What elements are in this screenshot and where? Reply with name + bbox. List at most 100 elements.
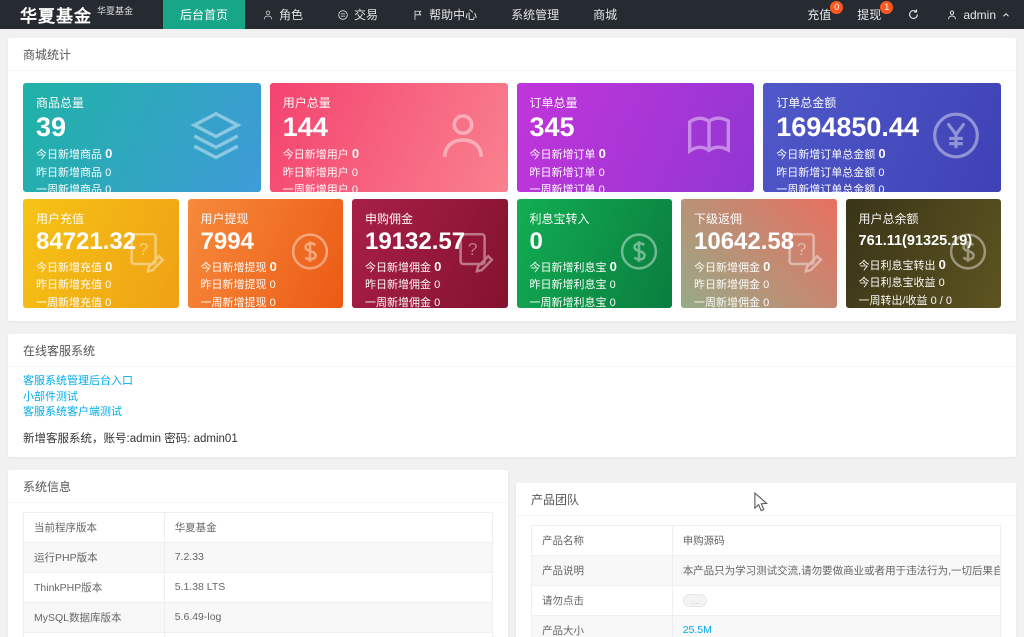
coin-icon: [337, 9, 349, 21]
product-team-rows: 产品名称 申购源码 产品说明 本产品只为学习测试交流,请勿要做商业或者用于违法行为,一…: [531, 524, 1002, 637]
table-row: 运行PHP版本 7.2.33: [23, 541, 494, 573]
stat-subline: 一周新增提现 0: [200, 296, 276, 308]
card-user-total-balance: 用户总余额 761.11(91325.19) 今日利息宝转出 0 今日利息宝收益 0一…: [845, 199, 1001, 308]
logo-subtext: 华夏基金: [97, 6, 134, 16]
table-row: 当前程序版本 华夏基金: [23, 511, 494, 543]
table-row: 产品说明 本产品只为学习测试交流,请勿要做商业或者用于违法行为,一切后果自负: [531, 554, 1002, 586]
stat-subline: 一周新增利息宝 0: [529, 296, 616, 308]
card-user-withdraw: 用户提现 7994 今日新增提现 0 昨日新增提现 0 一周新增提现 0: [187, 199, 343, 308]
recharge-badge: 0: [830, 1, 844, 14]
card-subordinate-rebate: 下级返佣 10642.58 今日新增佣金 0 昨日新增佣金 0 一周新增佣金 0?: [681, 199, 837, 308]
stat-subline: 一周新增充值 0: [36, 296, 112, 308]
person-icon: [262, 9, 274, 21]
table-value: 华夏基金: [174, 521, 217, 534]
do-not-click-button[interactable]: …: [682, 593, 707, 607]
service-note: 新增客服系统，账号:admin 密码: admin01: [23, 432, 238, 445]
stat-subline: 一周新增佣金 0: [694, 296, 770, 308]
layers-icon: [187, 106, 245, 169]
stat-subline: 昨日新增充值 0: [36, 279, 112, 292]
card-interest-transfer-in: 利息宝转入 0 今日新增利息宝 0 昨日新增利息宝 0 一周新增利息宝 0: [516, 199, 672, 308]
dollar-icon: [616, 228, 662, 279]
table-label: MySQL数据库版本: [23, 601, 165, 633]
file-question-icon: ?: [123, 228, 169, 279]
svg-text:?: ?: [467, 238, 477, 258]
nav-item-label: 后台首页: [180, 8, 229, 22]
withdraw-button[interactable]: 提现 1: [844, 0, 894, 29]
mall-stats-title: 商城统计: [8, 38, 1016, 71]
table-label: 请勿点击: [531, 584, 673, 616]
file-question-icon: ?: [781, 228, 827, 279]
nav-item-trade[interactable]: 交易: [320, 0, 395, 29]
nav-item-label: 角色: [279, 8, 304, 22]
stat-subline: 昨日新增利息宝 0: [529, 279, 616, 292]
recharge-button[interactable]: 充值 0: [794, 0, 844, 29]
file-question-icon: ?: [452, 228, 498, 279]
card-total-orders: 订单总量 345 今日新增订单 0 昨日新增订单 0 一周新增订单 0: [516, 83, 755, 192]
stat-subline: 昨日新增提现 0: [200, 279, 276, 292]
stat-subline: 昨日新增佣金 0: [694, 279, 770, 292]
nav-item-label: 商城: [593, 8, 618, 22]
withdraw-label: 提现: [857, 8, 882, 22]
table-label: 产品大小: [531, 614, 673, 637]
svg-text:?: ?: [796, 238, 806, 258]
stat-subline: 一周新增订单总金额 0: [776, 184, 885, 192]
nav-item-label: 系统管理: [511, 8, 560, 22]
stats-row-1: 商品总量 39 今日新增商品 0 昨日新增商品 0 一周新增商品 0 用户总量 144 今日新…: [23, 83, 1001, 192]
table-label: 产品说明: [531, 554, 673, 586]
table-label: ThinkPHP版本: [23, 571, 165, 603]
card-user-recharge: 用户充值 84721.32 今日新增充值 0 昨日新增充值 0 一周新增充值 0?: [23, 199, 179, 308]
table-row: 产品大小 25.5M: [531, 614, 1002, 637]
nav-item-label: 交易: [354, 8, 379, 22]
card-total-users: 用户总量 144 今日新增用户 0 昨日新增用户 0 一周新增用户 0: [269, 83, 508, 192]
nav-item-system-manage[interactable]: 系统管理: [494, 0, 576, 29]
table-value-link[interactable]: 25.5M: [683, 624, 712, 636]
service-link-0[interactable]: 客服系统管理后台入口: [23, 374, 1001, 390]
card-total-order-amount: 订单总金额 1694850.44 今日新增订单总金额 0 昨日新增订单总金额 0 一周新…: [763, 83, 1001, 192]
nav-item-mall[interactable]: 商城: [576, 0, 634, 29]
service-panel-title: 在线客服系统: [8, 334, 1016, 367]
nav-right: 充值 0 提现 1 admin: [794, 0, 1024, 29]
table-label: 运行PHP版本: [23, 541, 165, 573]
table-value: 本产品只为学习测试交流,请勿要做商业或者用于违法行为,一切后果自负: [682, 564, 1001, 577]
stat-subline: 一周新增订单 0: [529, 184, 605, 192]
card-subscribe-commission: 申购佣金 19132.57 今日新增佣金 0 昨日新增佣金 0 一周新增佣金 0?: [352, 199, 508, 308]
nav-item-help-center[interactable]: 帮助中心: [395, 0, 494, 29]
stat-card-title: 下级返佣: [694, 212, 743, 226]
stat-card-title: 用户总余额: [858, 212, 919, 226]
system-info-table: 当前程序版本 华夏基金 运行PHP版本 7.2.33 ThinkPHP版本 5.1.38 …: [23, 511, 494, 637]
svg-text:?: ?: [138, 238, 148, 258]
refresh-button[interactable]: [894, 0, 933, 29]
stat-subline: 昨日新增佣金 0: [365, 279, 441, 292]
logo-text: 华夏基金: [20, 7, 92, 26]
withdraw-badge: 1: [880, 1, 894, 14]
dollar-icon: [945, 228, 991, 279]
user-menu[interactable]: admin: [933, 0, 1024, 29]
stat-subline: 一周新增用户 0: [282, 184, 358, 192]
mall-stats-panel: 商城统计 商品总量 39 今日新增商品 0 昨日新增商品 0 一周新增商品 0 用户总量 1…: [8, 38, 1016, 321]
table-row: 产品名称 申购源码: [531, 524, 1002, 556]
main-content: 商城统计 商品总量 39 今日新增商品 0 昨日新增商品 0 一周新增商品 0 用户总量 1…: [0, 29, 1024, 637]
book-icon: [680, 106, 738, 169]
username: admin: [963, 7, 996, 22]
product-team-table: 产品名称 申购源码 产品说明 本产品只为学习测试交流,请勿要做商业或者用于违法行为,一…: [531, 524, 1002, 637]
table-row: 请勿点击 …: [531, 584, 1002, 616]
dollar-icon: [287, 228, 333, 279]
nav-item-dashboard[interactable]: 后台首页: [163, 0, 246, 29]
service-link-1[interactable]: 小部件测试: [23, 390, 1001, 406]
recharge-label: 充值: [807, 8, 832, 22]
stat-card-title: 申购佣金: [365, 212, 414, 226]
system-info-rows: 当前程序版本 华夏基金 运行PHP版本 7.2.33 ThinkPHP版本 5.1.38 …: [23, 511, 494, 637]
table-value: 5.6.49-log: [174, 611, 222, 623]
stat-subline: 一周转出/收益 0 / 0: [858, 294, 953, 307]
system-info-panel: 系统信息 当前程序版本 华夏基金 运行PHP版本 7.2.33 ThinkPHP版本 5.…: [8, 469, 508, 637]
nav-item-roles[interactable]: 角色: [245, 0, 320, 29]
stat-card-title: 用户充值: [36, 212, 85, 226]
table-value: 7.2.33: [174, 551, 204, 563]
table-value: 申购源码: [682, 534, 725, 547]
service-links: 客服系统管理后台入口 小部件测试 客服系统客户端测试: [23, 374, 1001, 421]
app-logo[interactable]: 华夏基金 华夏基金: [0, 0, 149, 29]
yen-icon: [927, 106, 985, 169]
service-link-2[interactable]: 客服系统客户端测试: [23, 405, 1001, 421]
table-label: 产品名称: [531, 524, 673, 556]
nav-menu: 后台首页 角色 交易 帮助中心 系统管理 商城: [163, 0, 634, 29]
